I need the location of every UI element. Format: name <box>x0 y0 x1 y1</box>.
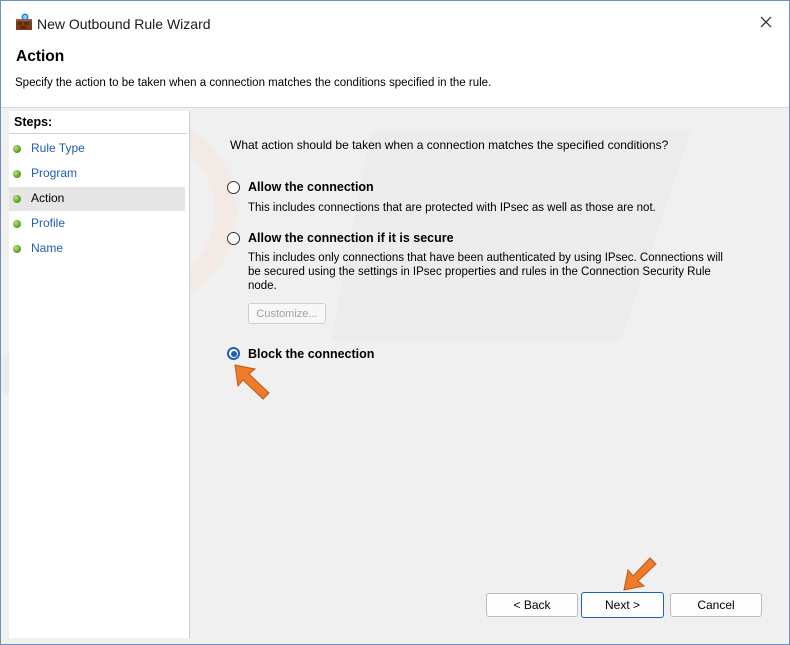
allow-connection-description: This includes connections that are prote… <box>248 202 656 214</box>
allow-secure-label[interactable]: Allow the connection if it is secure <box>248 231 454 245</box>
title-bar: New Outbound Rule Wizard <box>1 1 789 43</box>
window-title: New Outbound Rule Wizard <box>37 16 211 32</box>
pointer-arrow-icon <box>623 557 657 591</box>
step-label: Action <box>31 191 65 205</box>
close-button[interactable] <box>743 1 789 43</box>
step-label: Name <box>31 241 64 255</box>
allow-secure-description: This includes only connections that have… <box>248 252 723 292</box>
cancel-button[interactable]: Cancel <box>670 593 762 617</box>
next-button[interactable]: Next > <box>581 592 664 618</box>
action-question: What action should be taken when a conne… <box>230 138 669 152</box>
step-bullet-icon <box>13 170 21 178</box>
step-profile[interactable]: Profile <box>9 212 185 236</box>
allow-secure-radio[interactable] <box>227 232 240 245</box>
step-label: Rule Type <box>31 141 85 155</box>
customize-button[interactable]: Customize... <box>248 303 326 324</box>
step-program[interactable]: Program <box>9 162 185 186</box>
close-icon <box>760 16 772 28</box>
steps-divider <box>9 133 187 134</box>
page-description: Specify the action to be taken when a co… <box>15 77 492 89</box>
steps-sidebar: Steps: Rule Type Program Action Profile … <box>9 111 190 638</box>
step-action[interactable]: Action <box>9 187 185 211</box>
step-label: Program <box>31 166 78 180</box>
pointer-arrow-icon <box>234 364 270 400</box>
step-name[interactable]: Name <box>9 237 185 261</box>
step-bullet-icon <box>13 245 21 253</box>
allow-connection-label[interactable]: Allow the connection <box>248 180 374 194</box>
block-connection-label[interactable]: Block the connection <box>248 347 374 361</box>
wizard-window: New Outbound Rule Wizard Action Specify … <box>0 0 790 645</box>
step-rule-type[interactable]: Rule Type <box>9 137 185 161</box>
back-button[interactable]: < Back <box>486 593 578 617</box>
steps-label: Steps: <box>14 115 53 129</box>
step-label: Profile <box>31 216 66 230</box>
allow-connection-radio[interactable] <box>227 181 240 194</box>
step-bullet-icon <box>13 195 21 203</box>
action-panel: What action should be taken when a conne… <box>191 111 781 638</box>
page-header: Action Specify the action to be taken wh… <box>1 43 789 108</box>
firewall-wizard-icon <box>16 13 32 30</box>
page-title: Action <box>16 48 65 65</box>
step-bullet-icon <box>13 220 21 228</box>
block-connection-radio[interactable] <box>227 347 240 360</box>
step-bullet-icon <box>13 145 21 153</box>
